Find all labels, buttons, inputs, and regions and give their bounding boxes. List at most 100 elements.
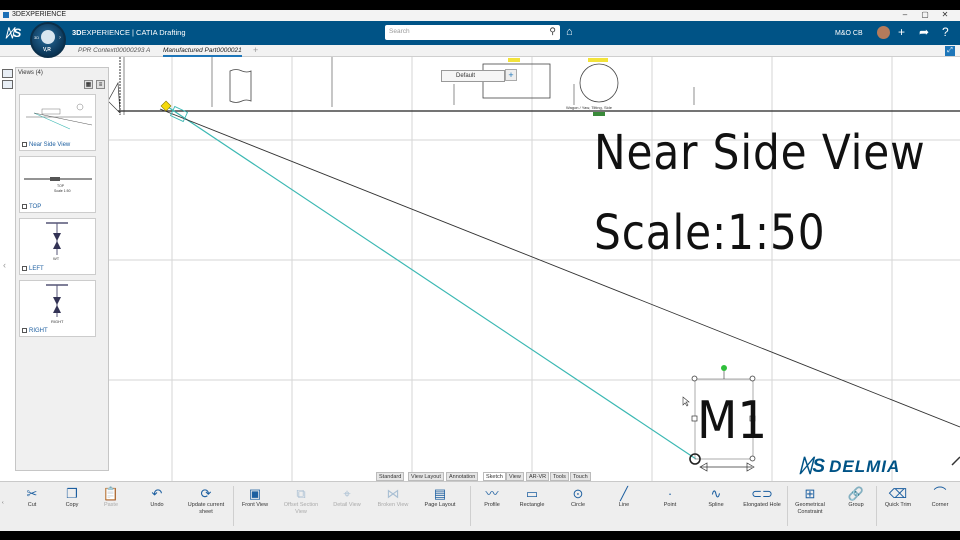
search-icon[interactable]: ⚲ bbox=[549, 26, 556, 37]
corner-button[interactable]: ⌒ Corner bbox=[920, 485, 960, 509]
near-side-preview bbox=[26, 103, 93, 130]
line-icon: ╱ bbox=[620, 486, 628, 501]
toolbar-separator bbox=[876, 486, 877, 526]
point-icon: · bbox=[667, 486, 673, 501]
circle-button[interactable]: ⊙ Circle bbox=[558, 485, 598, 509]
tab-view-layout[interactable]: View Layout bbox=[408, 472, 444, 481]
undo-button[interactable]: ↶ Undo bbox=[137, 485, 177, 509]
grid-view-icon[interactable]: ▦ bbox=[84, 80, 93, 89]
minimize-button[interactable]: – bbox=[898, 10, 912, 19]
broken-view-button[interactable]: ⋈ Broken View bbox=[373, 485, 413, 509]
update-sheet-button[interactable]: ⟳ Update current sheet bbox=[186, 485, 226, 516]
tab-annotation[interactable]: Annotation bbox=[446, 472, 479, 481]
delmia-mark-icon: ᛞS bbox=[800, 456, 827, 477]
view-thumbnail-top[interactable]: TOP Scale 1:50 TOP bbox=[19, 156, 96, 213]
page-layout-button[interactable]: ▤ Page Layout bbox=[420, 485, 460, 509]
views-panel-title: Views (4) bbox=[18, 70, 43, 76]
maximize-button[interactable]: ▢ bbox=[918, 10, 932, 19]
spline-icon: ∿ bbox=[710, 486, 722, 501]
paste-button[interactable]: 📋 Paste bbox=[91, 485, 131, 509]
tab-ppr-context[interactable]: PPR Context00000293 A bbox=[78, 47, 150, 54]
share-icon[interactable]: ➦ bbox=[919, 25, 929, 39]
search-box[interactable]: Search ⚲ bbox=[385, 25, 560, 40]
tab-tools[interactable]: Tools bbox=[550, 472, 569, 481]
tab-view[interactable]: View bbox=[506, 472, 524, 481]
drawing-geometry[interactable]: Wagon / Yaw, Tilting, Side bbox=[0, 57, 960, 481]
quick-trim-button[interactable]: ⌫ Quick Trim bbox=[878, 485, 918, 509]
spline-button[interactable]: ∿ Spline bbox=[696, 485, 736, 509]
detail-view-button[interactable]: ⌖ Detail View bbox=[327, 485, 367, 509]
avatar[interactable] bbox=[877, 26, 890, 39]
add-button[interactable]: + bbox=[505, 69, 517, 81]
views-toggle-icon[interactable] bbox=[2, 80, 13, 89]
constraint-icon: ⊞ bbox=[804, 486, 816, 501]
plus-icon[interactable]: + bbox=[898, 25, 905, 39]
left-arrow-shape bbox=[107, 81, 121, 114]
compass-label: V,R bbox=[43, 47, 51, 53]
sheet-grid bbox=[108, 57, 960, 481]
view-thumbnail-left[interactable]: WT LEFT bbox=[19, 218, 96, 275]
app-title: 3DEXPERIENCE | CATIA Drafting bbox=[72, 28, 186, 37]
elongated-hole-button[interactable]: ⊂⊃ Elongated Hole bbox=[742, 485, 782, 509]
view-scale-text[interactable]: Scale:1:50 bbox=[594, 205, 826, 261]
section-view-icon: ⧉ bbox=[296, 486, 306, 501]
tab-sketch[interactable]: Sketch bbox=[483, 472, 506, 481]
offset-section-view-button[interactable]: ⧉ Offset Section View bbox=[281, 485, 321, 516]
collapse-panel-icon[interactable]: ‹ bbox=[3, 260, 6, 270]
expand-icon[interactable]: ⤢ bbox=[945, 46, 955, 56]
view-thumbnail-near-side[interactable]: Near Side View bbox=[19, 94, 96, 151]
group-icon: 🔗 bbox=[847, 486, 865, 501]
help-icon[interactable]: ? bbox=[942, 25, 949, 39]
3ds-logo-icon[interactable]: ᛞS bbox=[6, 26, 21, 40]
drawing-canvas[interactable]: Wagon / Yaw, Tilting, Side Views (4) ▦ ≡… bbox=[0, 57, 960, 481]
view-thumbnail-right[interactable]: RIGHT RIGHT bbox=[19, 280, 96, 337]
action-bar: ‹ ✂ Cut ❐ Copy 📋 Paste ↶ Undo ⟳ Update curren… bbox=[0, 481, 960, 531]
add-tab-icon[interactable]: + bbox=[253, 45, 258, 55]
tab-manufactured-part[interactable]: Manufactured Part0000021 bbox=[163, 47, 242, 57]
tab-ar-vr[interactable]: AR-VR bbox=[526, 472, 550, 481]
front-view-icon: ▣ bbox=[248, 486, 262, 501]
line-button[interactable]: ╱ Line bbox=[604, 485, 644, 509]
tree-toggle-icon[interactable] bbox=[2, 69, 13, 78]
view-title-text[interactable]: Near Side View bbox=[594, 125, 926, 181]
window-title: 3DEXPERIENCE bbox=[12, 11, 67, 18]
view-caption: RIGHT bbox=[22, 327, 48, 334]
corner-icon: ⌒ bbox=[933, 486, 947, 501]
point-button[interactable]: · Point bbox=[650, 485, 690, 509]
default-dropdown[interactable]: Default bbox=[441, 70, 505, 82]
view-caption: Near Side View bbox=[22, 141, 70, 148]
svg-text:Scale 1:50: Scale 1:50 bbox=[54, 189, 71, 193]
list-view-icon[interactable]: ≡ bbox=[96, 80, 105, 89]
front-view-button[interactable]: ▣ Front View bbox=[235, 485, 275, 509]
bottom-border bbox=[0, 531, 960, 540]
cut-button[interactable]: ✂ Cut bbox=[12, 485, 52, 509]
circle-shape bbox=[579, 63, 619, 103]
circle-annotation: Wagon / Yaw, Tilting, Side bbox=[566, 105, 613, 110]
broken-view-icon: ⋈ bbox=[386, 486, 400, 501]
tab-touch[interactable]: Touch bbox=[570, 472, 591, 481]
group-button[interactable]: 🔗 Group bbox=[836, 485, 876, 509]
update-icon: ⟳ bbox=[200, 486, 212, 501]
yellow-diamond-icon bbox=[160, 100, 172, 112]
undo-icon: ↶ bbox=[151, 486, 163, 501]
close-button[interactable]: ✕ bbox=[938, 10, 952, 19]
m1-label[interactable]: M1 bbox=[697, 391, 767, 451]
user-name[interactable]: M&O CB bbox=[835, 30, 863, 37]
compass-right-label: ? bbox=[58, 35, 61, 40]
top-preview: TOP Scale 1:50 bbox=[24, 177, 92, 193]
left-preview: WT bbox=[46, 222, 68, 261]
profile-shape bbox=[229, 69, 252, 103]
profile-button[interactable]: 〰 Profile bbox=[472, 485, 512, 509]
compass-widget[interactable]: 3D ? V,R bbox=[30, 22, 66, 58]
app-title-brand: 3D bbox=[72, 28, 82, 37]
rectangle-button[interactable]: ▭ Rectangle bbox=[512, 485, 552, 509]
top-app-bar: ᛞS 3D ? V,R 3DEXPERIENCE | CATIA Draftin… bbox=[0, 21, 960, 58]
toolbar-separator bbox=[787, 486, 788, 526]
copy-button[interactable]: ❐ Copy bbox=[52, 485, 92, 509]
geometrical-constraint-button[interactable]: ⊞ Geometrical Constraint bbox=[790, 485, 830, 516]
tab-standard[interactable]: Standard bbox=[376, 472, 405, 481]
window-titlebar: 3DEXPERIENCE – ▢ ✕ bbox=[0, 10, 960, 21]
left-tool-strip bbox=[0, 67, 16, 91]
toolbar-scroll-left-icon[interactable]: ‹ bbox=[2, 500, 4, 506]
tag-icon[interactable]: ⌂ bbox=[566, 26, 573, 38]
